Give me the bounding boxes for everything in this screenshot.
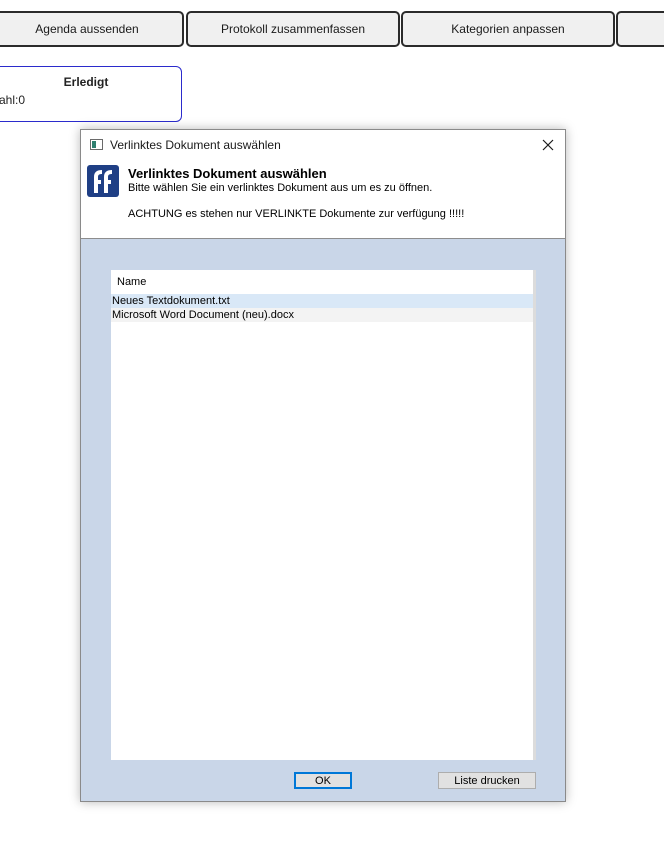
protokoll-zusammenfassen-button[interactable]: Protokoll zusammenfassen bbox=[186, 11, 400, 47]
dialog-warning-text: ACHTUNG es stehen nur VERLINKTE Dokument… bbox=[128, 208, 465, 220]
app-window-icon bbox=[90, 139, 103, 150]
column-header-name[interactable]: Name bbox=[111, 270, 533, 294]
dialog-header-panel: Verlinktes Dokument auswählen Bitte wähl… bbox=[81, 160, 565, 239]
list-item[interactable]: Microsoft Word Document (neu).docx bbox=[111, 308, 533, 322]
close-icon bbox=[542, 139, 554, 151]
list-item[interactable]: Neues Textdokument.txt bbox=[111, 294, 533, 308]
status-card-title: Erledigt bbox=[63, 75, 109, 89]
agenda-aussenden-button[interactable]: Agenda aussenden bbox=[0, 11, 184, 47]
ff-logo-icon bbox=[87, 165, 119, 197]
close-button[interactable] bbox=[531, 130, 565, 160]
dialog-titlebar[interactable]: Verlinktes Dokument auswählen bbox=[81, 130, 565, 160]
toolbar-button-partial[interactable] bbox=[616, 11, 664, 47]
dialog-header-title: Verlinktes Dokument auswählen bbox=[128, 166, 327, 181]
dialog-header-subtitle: Bitte wählen Sie ein verlinktes Dokument… bbox=[128, 182, 433, 194]
kategorien-anpassen-button[interactable]: Kategorien anpassen bbox=[401, 11, 615, 47]
document-list[interactable]: Name Neues Textdokument.txt Microsoft Wo… bbox=[111, 270, 536, 760]
print-list-button[interactable]: Liste drucken bbox=[438, 772, 536, 789]
dialog-window-title: Verlinktes Dokument auswählen bbox=[110, 138, 281, 152]
select-linked-document-dialog: Verlinktes Dokument auswählen Verlinktes… bbox=[80, 129, 566, 802]
status-card-erledigt: Erledigt ahl:0 bbox=[0, 66, 182, 122]
ok-button[interactable]: OK bbox=[294, 772, 352, 789]
status-card-count: ahl:0 bbox=[0, 93, 26, 107]
